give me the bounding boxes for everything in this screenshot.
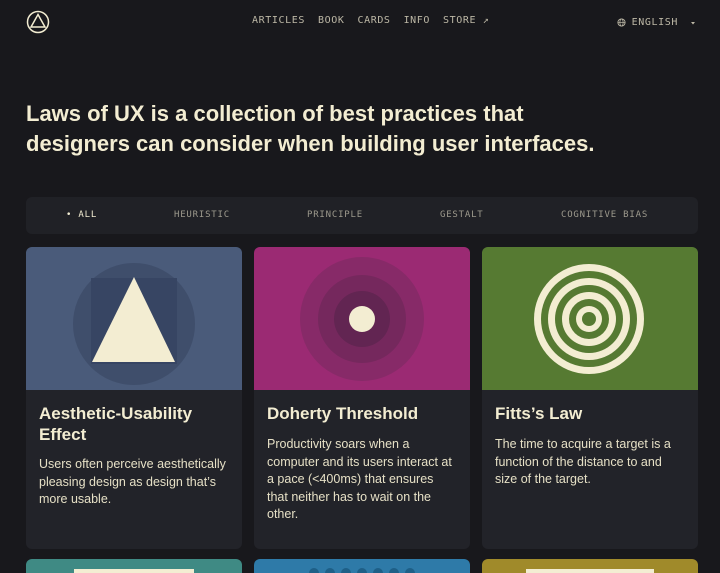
card-description: The time to acquire a target is a functi… <box>495 437 671 486</box>
language-label: ENGLISH <box>631 17 678 28</box>
filter-heuristic[interactable]: HEURISTIC <box>174 210 230 220</box>
card-artwork-fragment <box>526 569 654 573</box>
triangle-in-circle-icon <box>73 263 195 385</box>
target-icon <box>534 264 644 374</box>
law-card-peek[interactable] <box>26 559 242 573</box>
concentric-circles-icon <box>300 257 424 381</box>
nav-articles[interactable]: ARTICLES <box>252 15 305 26</box>
card-artwork <box>254 247 470 390</box>
filter-all[interactable]: • ALL <box>66 210 97 220</box>
globe-icon <box>617 18 626 27</box>
top-nav: ARTICLES BOOK CARDS INFO STORE ↗ ENGLISH <box>0 0 720 44</box>
filter-gestalt[interactable]: GESTALT <box>440 210 484 220</box>
nav-info[interactable]: INFO <box>404 15 430 26</box>
card-artwork <box>482 247 698 390</box>
card-artwork-fragment <box>74 569 194 573</box>
hero-text: Laws of UX is a collection of best pract… <box>26 101 595 156</box>
card-artwork <box>26 247 242 390</box>
nav-store[interactable]: STORE ↗ <box>443 15 489 26</box>
card-artwork-fragment <box>309 568 415 573</box>
law-card-doherty-threshold[interactable]: Doherty Threshold Productivity soars whe… <box>254 247 470 549</box>
chevron-down-icon <box>691 21 695 24</box>
law-card-fitts-law[interactable]: Fitts’s Law The time to acquire a target… <box>482 247 698 549</box>
filter-principle[interactable]: PRINCIPLE <box>307 210 363 220</box>
card-description: Users often perceive aesthetically pleas… <box>39 457 226 506</box>
law-card-peek[interactable] <box>254 559 470 573</box>
filter-cognitive-bias[interactable]: COGNITIVE BIAS <box>561 210 648 220</box>
nav-book[interactable]: BOOK <box>318 15 344 26</box>
card-title: Aesthetic-Usability Effect <box>39 404 193 444</box>
card-description: Productivity soars when a computer and i… <box>267 437 452 521</box>
primary-nav: ARTICLES BOOK CARDS INFO STORE ↗ <box>252 15 489 26</box>
nav-cards[interactable]: CARDS <box>357 15 390 26</box>
law-card-aesthetic-usability[interactable]: Aesthetic-Usability Effect Users often p… <box>26 247 242 549</box>
card-title: Doherty Threshold <box>267 404 419 423</box>
law-card-peek[interactable] <box>482 559 698 573</box>
card-title: Fitts’s Law <box>495 404 583 423</box>
logo-icon[interactable] <box>26 10 50 34</box>
category-filter-bar: • ALL HEURISTIC PRINCIPLE GESTALT COGNIT… <box>26 197 698 234</box>
language-selector[interactable]: ENGLISH <box>617 17 696 28</box>
